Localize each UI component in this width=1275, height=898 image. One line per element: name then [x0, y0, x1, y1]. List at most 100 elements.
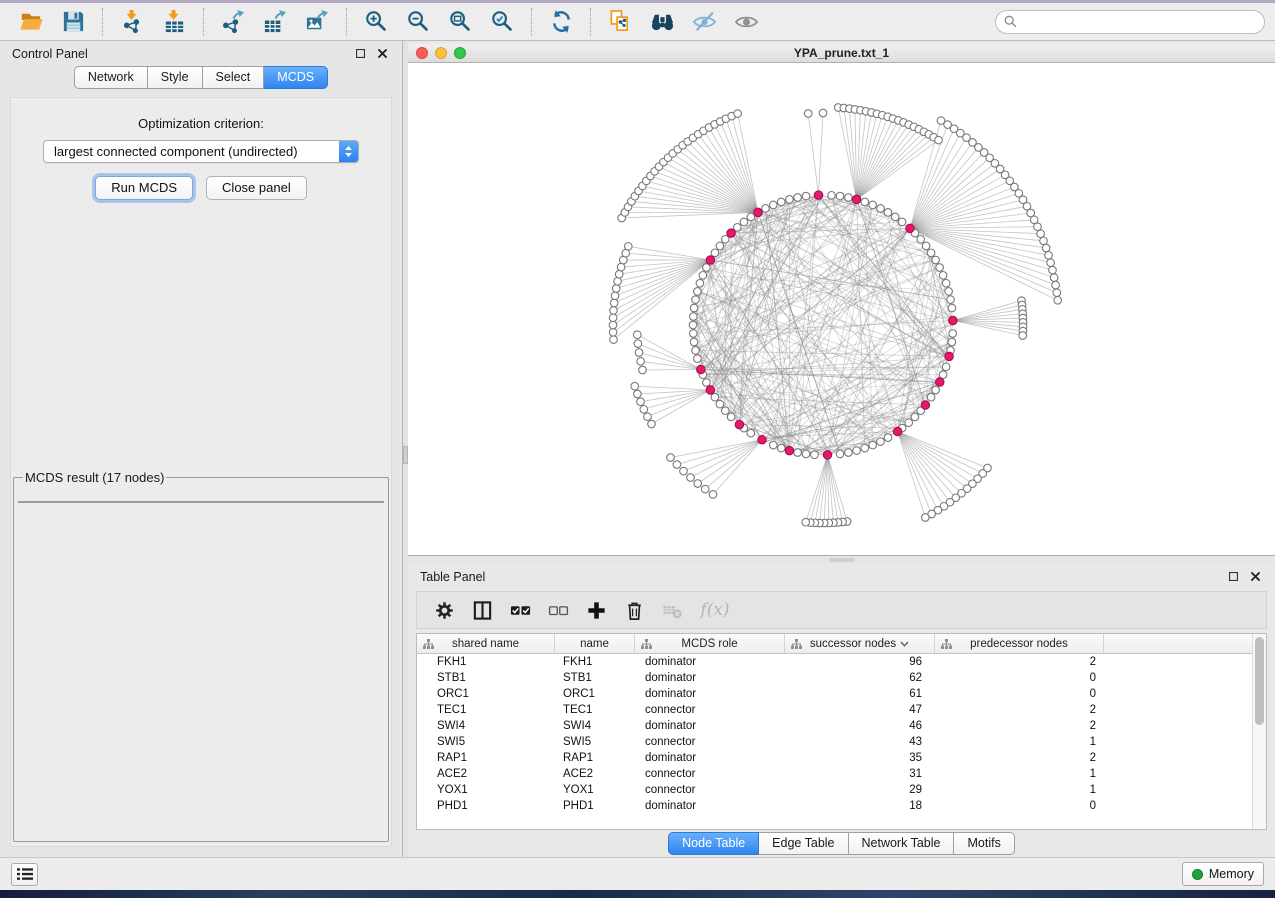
table-cell: YOX1: [555, 782, 635, 798]
table-cell: dominator: [635, 670, 785, 686]
table-row[interactable]: PHD1PHD1dominator180: [417, 798, 1252, 814]
split-panel-button[interactable]: [465, 595, 499, 625]
tab-network-table[interactable]: Network Table: [849, 832, 955, 855]
table-cell: 43: [785, 734, 935, 750]
table-toolbar: f(x): [416, 591, 1267, 629]
close-panel-button[interactable]: Close panel: [206, 176, 307, 200]
table-row[interactable]: STB1STB1dominator620: [417, 670, 1252, 686]
zoom-out-button[interactable]: [397, 6, 439, 38]
close-panel-icon[interactable]: [374, 46, 390, 62]
table-row[interactable]: FKH1FKH1dominator962: [417, 654, 1252, 670]
export-image-icon: [305, 9, 330, 34]
minimize-window-icon[interactable]: [435, 47, 447, 59]
column-header-filler: [1104, 634, 1252, 653]
column-header-name[interactable]: name: [555, 634, 635, 653]
search-network-button[interactable]: [641, 6, 683, 38]
add-column-button[interactable]: [579, 595, 613, 625]
function-builder-icon: f(x): [700, 600, 729, 620]
horizontal-splitter-grip[interactable]: [829, 558, 855, 562]
import-table-button[interactable]: [153, 6, 195, 38]
table-cell: 1: [935, 766, 1104, 782]
select-all-button[interactable]: [503, 595, 537, 625]
memory-button[interactable]: Memory: [1182, 862, 1264, 886]
network-title: YPA_prune.txt_1: [408, 46, 1275, 60]
tab-select[interactable]: Select: [203, 66, 265, 89]
sort-chevron-icon: [900, 641, 909, 647]
table-scrollbar[interactable]: [1252, 634, 1266, 829]
table-row[interactable]: YOX1YOX1connector291: [417, 782, 1252, 798]
search-network-icon: [650, 9, 675, 34]
table-row[interactable]: SWI5SWI5connector431: [417, 734, 1252, 750]
search-icon: [1004, 15, 1017, 28]
task-history-button[interactable]: [11, 863, 38, 886]
table-cell-filler: [1104, 702, 1252, 718]
tab-mcds[interactable]: MCDS: [264, 66, 328, 89]
table-cell: 29: [785, 782, 935, 798]
toolbar-separator: [531, 8, 532, 36]
apply-layout-button[interactable]: [540, 6, 582, 38]
maximize-window-icon[interactable]: [454, 47, 466, 59]
import-network-icon: [120, 9, 145, 34]
close-table-panel-icon[interactable]: [1247, 569, 1263, 585]
duplicate-network-icon: [608, 9, 633, 34]
duplicate-network-button[interactable]: [599, 6, 641, 38]
table-scrollbar-thumb[interactable]: [1255, 637, 1264, 725]
table-row[interactable]: ACE2ACE2connector311: [417, 766, 1252, 782]
tab-node-table[interactable]: Node Table: [668, 832, 759, 855]
column-header-shared-name[interactable]: shared name: [417, 634, 555, 653]
table-row[interactable]: RAP1RAP1dominator352: [417, 750, 1252, 766]
column-label: predecessor nodes: [970, 638, 1068, 650]
table-settings-button[interactable]: [427, 595, 461, 625]
column-label: name: [580, 638, 609, 650]
hide-selected-button[interactable]: [683, 6, 725, 38]
table-row[interactable]: SWI4SWI4dominator462: [417, 718, 1252, 734]
table-cell-filler: [1104, 670, 1252, 686]
import-network-button[interactable]: [111, 6, 153, 38]
table-cell: SWI5: [417, 734, 555, 750]
horizontal-splitter[interactable]: [408, 556, 1275, 564]
open-session-button[interactable]: [10, 6, 52, 38]
export-network-button[interactable]: [212, 6, 254, 38]
table-cell: 62: [785, 670, 935, 686]
criterion-select[interactable]: largest connected component (undirected): [43, 140, 359, 163]
column-header-successor-nodes[interactable]: successor nodes: [785, 634, 935, 653]
workspace-column: YPA_prune.txt_1 Table Panel: [408, 41, 1275, 857]
table-row[interactable]: TEC1TEC1connector472: [417, 702, 1252, 718]
table-cell: 61: [785, 686, 935, 702]
export-table-button[interactable]: [254, 6, 296, 38]
network-titlebar: YPA_prune.txt_1: [408, 44, 1275, 63]
table-cell: 1: [935, 782, 1104, 798]
cytoscape-window: Control Panel NetworkStyleSelectMCDS Opt…: [0, 0, 1275, 898]
zoom-out-icon: [406, 9, 431, 34]
zoom-in-button[interactable]: [355, 6, 397, 38]
tab-edge-table[interactable]: Edge Table: [759, 832, 848, 855]
table-row[interactable]: ORC1ORC1dominator610: [417, 686, 1252, 702]
table-cell: ORC1: [555, 686, 635, 702]
tab-style[interactable]: Style: [148, 66, 203, 89]
network-canvas[interactable]: [408, 63, 1275, 555]
delete-column-button[interactable]: [617, 595, 651, 625]
column-type-icon: [641, 639, 652, 649]
column-header-mcds-role[interactable]: MCDS role: [635, 634, 785, 653]
deselect-all-button[interactable]: [541, 595, 575, 625]
tab-network[interactable]: Network: [74, 66, 148, 89]
float-table-panel-icon[interactable]: [1225, 569, 1241, 585]
tab-motifs[interactable]: Motifs: [954, 832, 1014, 855]
zoom-fit-button[interactable]: [439, 6, 481, 38]
show-all-button[interactable]: [725, 6, 767, 38]
float-panel-icon[interactable]: [352, 46, 368, 62]
table-panel: Table Panel f(x) shared name name MCDS rol…: [408, 564, 1275, 857]
table-panel-title: Table Panel: [420, 570, 485, 584]
search-input[interactable]: [1022, 15, 1256, 29]
export-image-button[interactable]: [296, 6, 338, 38]
close-window-icon[interactable]: [416, 47, 428, 59]
mcds-result-list[interactable]: PHD1CAR1STP4TID3YOX1SWI4SRD1PMA2FKH1ACE2…: [18, 501, 384, 503]
memory-status-icon: [1192, 869, 1203, 880]
table-cell: 46: [785, 718, 935, 734]
save-session-button[interactable]: [52, 6, 94, 38]
network-search-box[interactable]: [995, 10, 1265, 34]
column-header-predecessor-nodes[interactable]: predecessor nodes: [935, 634, 1104, 653]
zoom-selected-button[interactable]: [481, 6, 523, 38]
main-area: Control Panel NetworkStyleSelectMCDS Opt…: [0, 41, 1275, 857]
run-mcds-button[interactable]: Run MCDS: [95, 176, 193, 200]
